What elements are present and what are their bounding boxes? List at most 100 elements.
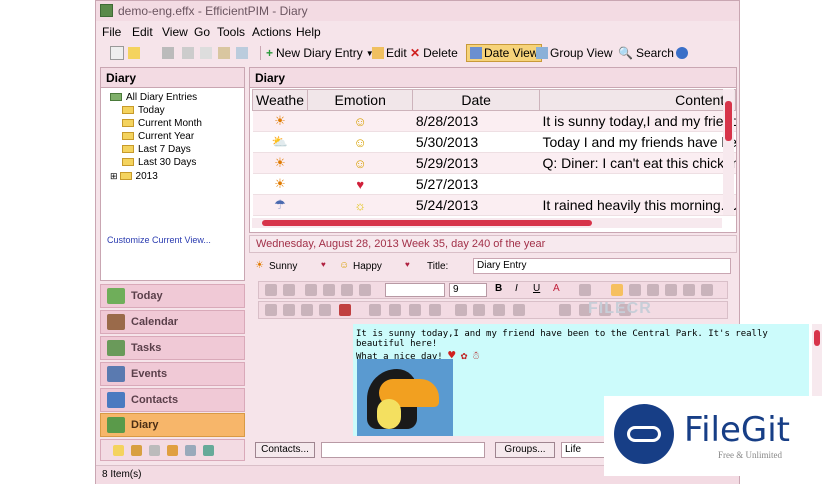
delete-button[interactable]: ✕ Delete xyxy=(410,44,458,62)
outdent-icon[interactable] xyxy=(409,304,421,316)
find-icon[interactable] xyxy=(236,44,250,62)
nav-contacts[interactable]: Contacts xyxy=(100,388,245,412)
emotion-select[interactable]: Happy xyxy=(353,261,382,272)
image-icon[interactable] xyxy=(701,284,713,296)
undo-icon[interactable] xyxy=(265,284,277,296)
menu-help[interactable]: Help xyxy=(296,25,321,39)
new-icon[interactable] xyxy=(110,44,126,62)
font-name-select[interactable] xyxy=(385,283,445,297)
weather-select[interactable]: Sunny xyxy=(269,261,297,272)
scroll-thumb[interactable] xyxy=(262,220,592,226)
open-icon[interactable] xyxy=(128,44,142,62)
column-header-emotion[interactable]: Emotion xyxy=(306,89,414,111)
subscript-icon[interactable] xyxy=(455,304,467,316)
nav-diary[interactable]: Diary xyxy=(100,413,245,437)
table-icon[interactable] xyxy=(283,304,295,316)
contacts-button[interactable]: Contacts... xyxy=(255,442,315,458)
menu-view[interactable]: View xyxy=(162,25,188,39)
table-row[interactable]: ⛅ ☺ 5/30/2013 Today I and my friends hav… xyxy=(252,131,736,153)
tree-item-today[interactable]: Today xyxy=(122,105,165,117)
list-horizontal-scrollbar[interactable] xyxy=(252,218,722,228)
align-center-icon[interactable] xyxy=(629,284,641,296)
sync-icon[interactable] xyxy=(203,445,214,456)
scroll-thumb[interactable] xyxy=(814,330,820,346)
table-row[interactable]: ☀ ♥ 5/27/2013 xyxy=(252,173,736,195)
title-input[interactable]: Diary Entry xyxy=(473,258,731,274)
find-icon[interactable] xyxy=(185,445,196,456)
globe-icon[interactable] xyxy=(167,445,178,456)
table-row[interactable]: ☀ ☺ 8/28/2013 It is sunny today,I and my… xyxy=(252,110,736,132)
table-row[interactable]: ☂ ☼ 5/24/2013 It rained heavily this mor… xyxy=(252,194,736,216)
help-icon[interactable] xyxy=(676,44,690,62)
smiley-icon[interactable] xyxy=(319,304,331,316)
nav-shortcuts xyxy=(100,439,245,461)
flower-icon[interactable] xyxy=(339,304,351,316)
column-header-date[interactable]: Date xyxy=(412,89,540,111)
special-char-icon[interactable] xyxy=(513,304,525,316)
link-icon[interactable] xyxy=(265,304,277,316)
copy-icon[interactable] xyxy=(323,284,335,296)
date-view-button[interactable]: Date View xyxy=(466,44,543,62)
groups-button[interactable]: Groups... xyxy=(495,442,555,458)
clear-icon[interactable] xyxy=(359,284,371,296)
fill-icon[interactable] xyxy=(683,284,695,296)
tree-item-all[interactable]: All Diary Entries xyxy=(110,92,197,104)
print-icon[interactable] xyxy=(162,44,176,62)
redo-icon[interactable] xyxy=(283,284,295,296)
menu-go[interactable]: Go xyxy=(194,25,210,39)
nav-tasks[interactable]: Tasks xyxy=(100,336,245,360)
bullet-list-icon[interactable] xyxy=(389,304,401,316)
date-icon[interactable] xyxy=(559,304,571,316)
group-view-button[interactable]: Group View xyxy=(536,44,612,62)
document-icon[interactable] xyxy=(149,445,160,456)
picture-icon[interactable] xyxy=(301,304,313,316)
italic-icon[interactable]: I xyxy=(515,283,527,295)
customize-view-link[interactable]: Customize Current View... xyxy=(107,235,211,245)
tree-item-current-year[interactable]: Current Year xyxy=(122,131,194,143)
calendar-icon xyxy=(470,47,482,59)
cut-icon[interactable] xyxy=(305,284,317,296)
search-button[interactable]: 🔍 Search xyxy=(618,44,674,62)
chevron-down-icon[interactable]: ♥ xyxy=(405,260,410,269)
column-header-weather[interactable]: Weathe xyxy=(252,89,308,111)
justify-icon[interactable] xyxy=(665,284,677,296)
underline-icon[interactable]: U xyxy=(533,283,545,295)
note-icon[interactable] xyxy=(113,445,124,456)
bold-icon[interactable]: B xyxy=(495,283,507,295)
menu-tools[interactable]: Tools xyxy=(217,25,245,39)
font-size-select[interactable]: 9 xyxy=(449,283,487,297)
cut-icon[interactable] xyxy=(182,44,196,62)
hr-icon[interactable] xyxy=(493,304,505,316)
chevron-down-icon[interactable]: ♥ xyxy=(321,260,326,269)
menu-edit[interactable]: Edit xyxy=(132,25,153,39)
paste-icon[interactable] xyxy=(341,284,353,296)
list-vertical-scrollbar[interactable] xyxy=(723,89,734,215)
contacts-field[interactable] xyxy=(321,442,485,458)
font-color-icon[interactable]: A xyxy=(553,283,565,295)
key-icon[interactable] xyxy=(131,445,142,456)
edit-button[interactable]: Edit xyxy=(372,44,407,62)
expand-icon[interactable]: ⊞ xyxy=(110,171,118,181)
copy-icon[interactable] xyxy=(200,44,214,62)
tree-item-2013[interactable]: ⊞ 2013 xyxy=(110,170,158,182)
entry-date-header: Wednesday, August 28, 2013 Week 35, day … xyxy=(249,235,737,253)
column-header-content[interactable]: Content I xyxy=(538,89,737,111)
menu-actions[interactable]: Actions xyxy=(252,25,291,39)
scroll-thumb[interactable] xyxy=(725,101,732,141)
paste-icon[interactable] xyxy=(218,44,232,62)
menu-file[interactable]: File xyxy=(102,25,121,39)
highlight-icon[interactable] xyxy=(579,284,591,296)
align-left-icon[interactable] xyxy=(611,284,623,296)
new-diary-entry-button[interactable]: + New Diary Entry ▼ xyxy=(266,44,374,62)
nav-today[interactable]: Today xyxy=(100,284,245,308)
nav-events[interactable]: Events xyxy=(100,362,245,386)
table-row[interactable]: ☀ ☺ 5/29/2013 Q: Diner: I can't eat this… xyxy=(252,152,736,174)
indent-icon[interactable] xyxy=(429,304,441,316)
align-right-icon[interactable] xyxy=(647,284,659,296)
superscript-icon[interactable] xyxy=(473,304,485,316)
numbered-list-icon[interactable] xyxy=(369,304,381,316)
tree-item-current-month[interactable]: Current Month xyxy=(122,118,202,130)
nav-calendar[interactable]: Calendar xyxy=(100,310,245,334)
tree-item-last-30-days[interactable]: Last 30 Days xyxy=(122,157,196,169)
tree-item-last-7-days[interactable]: Last 7 Days xyxy=(122,144,191,156)
